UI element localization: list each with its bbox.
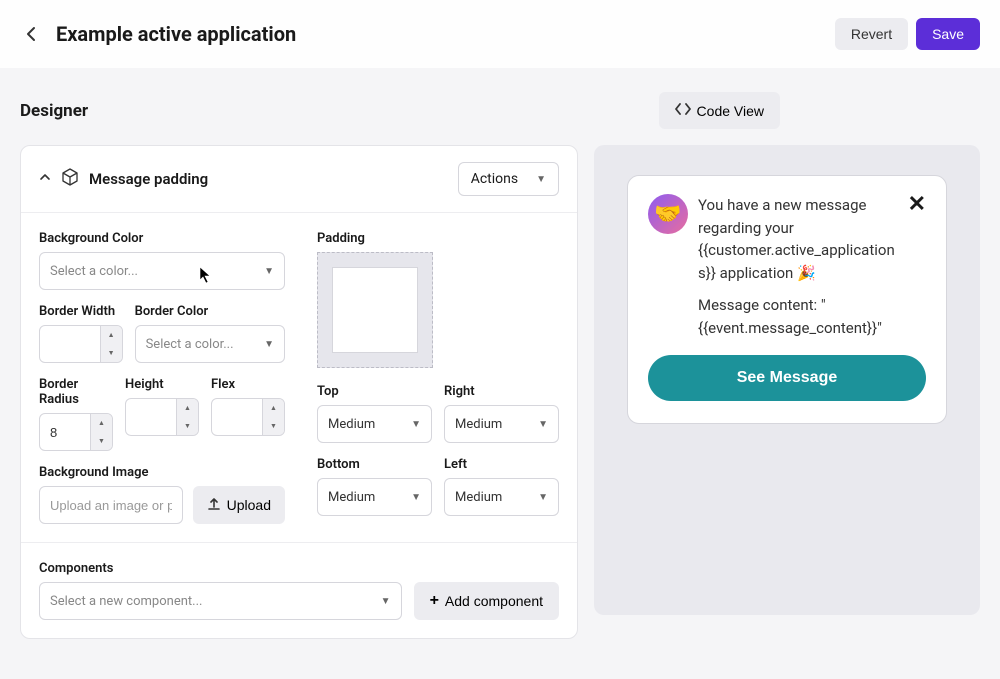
add-component-label: Add component [445,593,543,609]
height-label: Height [125,377,199,392]
chevron-down-icon: ▼ [536,174,546,185]
upload-icon [207,497,221,514]
chevron-down-icon: ▼ [411,419,421,430]
designer-panel: Message padding Actions ▼ Background Col… [20,145,578,639]
padding-top-select[interactable]: Medium ▼ [317,405,432,443]
border-color-placeholder: Select a color... [146,337,234,352]
padding-right-label: Right [444,384,559,399]
back-button[interactable] [20,22,44,46]
border-radius-stepper[interactable]: ▲▼ [90,414,112,450]
preview-text: You have a new message regarding your {{… [698,194,898,339]
padding-bottom-value: Medium [328,490,375,505]
actions-label: Actions [471,171,518,187]
padding-label: Padding [317,231,559,246]
padding-left-label: Left [444,457,559,472]
border-width-label: Border Width [39,304,123,319]
see-message-button[interactable]: See Message [648,355,926,401]
bg-color-select[interactable]: Select a color... ▼ [39,252,285,290]
code-icon [675,102,691,119]
preview-card: 🤝 You have a new message regarding your … [627,175,947,424]
page-title: Example active application [56,22,827,46]
bg-color-label: Background Color [39,231,285,246]
padding-right-value: Medium [455,417,502,432]
section-title: Designer [20,101,220,121]
padding-top-value: Medium [328,417,375,432]
upload-label: Upload [227,497,271,513]
padding-preview [317,252,433,368]
border-color-select[interactable]: Select a color... ▼ [135,325,285,363]
preview-pane: 🤝 You have a new message regarding your … [594,145,980,615]
cube-icon [61,168,79,190]
border-color-label: Border Color [135,304,285,319]
actions-dropdown[interactable]: Actions ▼ [458,162,559,196]
padding-right-select[interactable]: Medium ▼ [444,405,559,443]
save-button[interactable]: Save [916,18,980,50]
chevron-down-icon: ▼ [264,339,274,350]
component-placeholder: Select a new component... [50,594,202,609]
components-label: Components [39,561,559,576]
bg-color-placeholder: Select a color... [50,264,138,279]
component-select[interactable]: Select a new component... ▼ [39,582,402,620]
preview-line1: You have a new message regarding your {{… [698,194,898,284]
padding-left-select[interactable]: Medium ▼ [444,478,559,516]
upload-button[interactable]: Upload [193,486,285,524]
bg-image-input[interactable] [39,486,183,524]
chevron-down-icon: ▼ [538,492,548,503]
bg-image-label: Background Image [39,465,285,480]
chevron-down-icon: ▼ [264,266,274,277]
revert-button[interactable]: Revert [835,18,908,50]
code-view-label: Code View [697,103,764,119]
handshake-icon: 🤝 [648,194,688,234]
preview-line2: Message content: "{{event.message_conten… [698,294,898,339]
chevron-down-icon: ▼ [411,492,421,503]
border-radius-label: Border Radius [39,377,113,407]
padding-bottom-select[interactable]: Medium ▼ [317,478,432,516]
padding-bottom-label: Bottom [317,457,432,472]
panel-name: Message padding [89,170,208,188]
chevron-down-icon: ▼ [538,419,548,430]
collapse-icon[interactable] [39,171,51,187]
code-view-button[interactable]: Code View [659,92,780,129]
plus-icon: + [430,592,439,610]
padding-top-label: Top [317,384,432,399]
close-icon[interactable]: ✕ [908,194,926,216]
padding-left-value: Medium [455,490,502,505]
add-component-button[interactable]: + Add component [414,582,559,620]
chevron-down-icon: ▼ [381,596,391,607]
flex-stepper[interactable]: ▲▼ [262,399,284,435]
border-width-stepper[interactable]: ▲▼ [100,326,122,362]
height-stepper[interactable]: ▲▼ [176,399,198,435]
flex-label: Flex [211,377,285,392]
